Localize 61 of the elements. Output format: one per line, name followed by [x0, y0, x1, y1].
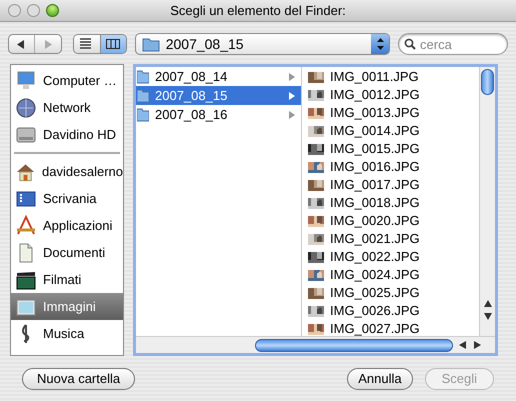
- file-row[interactable]: IMG_0022.JPG: [302, 248, 479, 266]
- folder-icon: [142, 36, 160, 52]
- window-title: Scegli un elemento del Finder:: [170, 2, 346, 20]
- horizontal-scroll-thumb[interactable]: [255, 338, 453, 352]
- file-row[interactable]: IMG_0020.JPG: [302, 212, 479, 230]
- search-icon: [404, 38, 416, 50]
- path-popup[interactable]: 2007_08_15: [134, 33, 390, 55]
- file-row[interactable]: IMG_0026.JPG: [302, 302, 479, 320]
- disclosure-arrow-icon: [289, 92, 295, 100]
- folder-icon: [137, 70, 149, 84]
- vertical-scrollbar[interactable]: [479, 67, 495, 336]
- view-button[interactable]: [74, 35, 100, 53]
- zoom-button[interactable]: [46, 4, 59, 17]
- sidebar-item[interactable]: Filmati: [11, 266, 123, 293]
- monitor-icon: [15, 70, 37, 92]
- file-row[interactable]: IMG_0012.JPG: [302, 86, 479, 104]
- folder-row[interactable]: 2007_08_15: [136, 86, 301, 105]
- search-field[interactable]: cerca: [398, 33, 508, 55]
- file-row[interactable]: IMG_0014.JPG: [302, 122, 479, 140]
- file-row[interactable]: IMG_0016.JPG: [302, 158, 479, 176]
- cancel-button[interactable]: Annulla: [347, 368, 413, 390]
- popup-arrows[interactable]: [371, 34, 390, 54]
- file-row[interactable]: IMG_0027.JPG: [302, 320, 479, 338]
- scroll-left-icon[interactable]: [459, 341, 466, 349]
- sidebar-item[interactable]: Network: [11, 94, 123, 121]
- file-row[interactable]: IMG_0017.JPG: [302, 176, 479, 194]
- column-view-icon: [106, 38, 120, 50]
- file-row[interactable]: IMG_0024.JPG: [302, 266, 479, 284]
- sidebar-item[interactable]: Documenti: [11, 239, 123, 266]
- scroll-up-icon[interactable]: [484, 300, 492, 307]
- forward-icon: [44, 40, 52, 48]
- view-button[interactable]: [100, 35, 126, 53]
- globe-icon: [15, 96, 37, 118]
- new-folder-button[interactable]: Nuova cartella: [22, 368, 136, 390]
- horizontal-scrollbar[interactable]: [136, 336, 495, 353]
- folder-icon: [137, 88, 149, 102]
- file-row[interactable]: IMG_0025.JPG: [302, 284, 479, 302]
- back-icon: [17, 40, 26, 48]
- list-view-icon: [80, 38, 94, 50]
- sidebar-item[interactable]: davidesalerno: [11, 158, 123, 185]
- disclosure-arrow-icon: [289, 110, 295, 118]
- file-row[interactable]: IMG_0018.JPG: [302, 194, 479, 212]
- sidebar-item[interactable]: Musica: [11, 320, 123, 347]
- scroll-down-icon[interactable]: [484, 313, 492, 320]
- folder-icon: [137, 108, 149, 122]
- path-value: 2007_08_15: [166, 34, 245, 54]
- scroll-right-icon[interactable]: [474, 341, 481, 349]
- sidebar-item[interactable]: Davidino HD: [11, 121, 123, 148]
- sidebar-item[interactable]: Applicazioni: [11, 212, 123, 239]
- folder-row[interactable]: 2007_08_16: [136, 105, 301, 124]
- file-row[interactable]: IMG_0021.JPG: [302, 230, 479, 248]
- disclosure-arrow-icon: [289, 72, 295, 80]
- sidebar-item[interactable]: Scrivania: [11, 185, 123, 212]
- file-row[interactable]: IMG_0015.JPG: [302, 140, 479, 158]
- sidebar-item[interactable]: Immagini: [11, 293, 123, 320]
- file-row[interactable]: IMG_0011.JPG: [302, 68, 479, 86]
- updown-arrow-icon: [376, 38, 384, 50]
- folder-row[interactable]: 2007_08_14: [136, 67, 301, 86]
- sidebar-item[interactable]: Computer …: [11, 67, 123, 94]
- file-row[interactable]: IMG_0013.JPG: [302, 104, 479, 122]
- scroll-thumb[interactable]: [481, 69, 494, 95]
